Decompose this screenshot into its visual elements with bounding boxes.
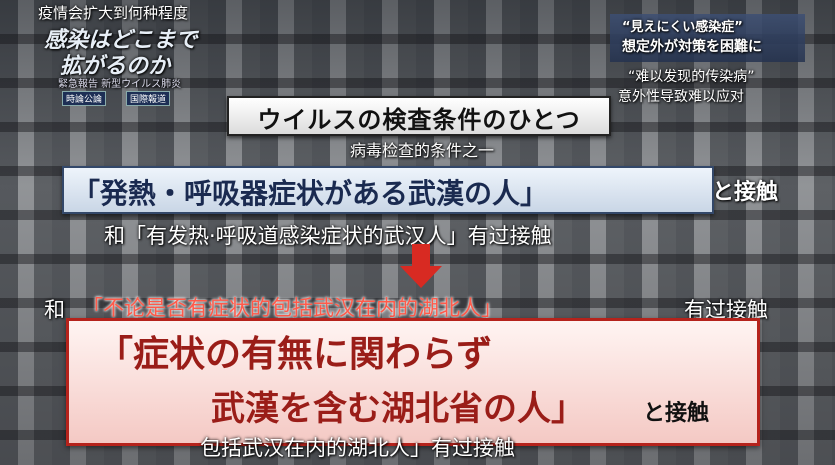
topic-jp-line1: “見えにくい感染症”: [622, 20, 743, 35]
bottom-subtitle: 包括武汉在内的湖北人」有过接触: [200, 436, 515, 460]
headline-subtitle: 病毒检查的条件之一: [350, 141, 495, 160]
program-badge: 国際報道: [126, 91, 171, 106]
topic-cn-line2: 意外性导致难以应对: [618, 89, 744, 105]
original-condition-text: 「発熱・呼吸器症状がある武漢の人」: [72, 177, 549, 210]
program-subtitle-cn: 疫情会扩大到何种程度: [38, 4, 189, 22]
down-arrow-icon: [412, 244, 430, 268]
new-condition-tail: と接触: [643, 400, 710, 426]
original-condition-tail: と接触: [712, 179, 779, 205]
headline-text: ウイルスの検査条件のひとつ: [257, 105, 581, 134]
topic-jp-line2: 想定外が対策を困難に: [622, 39, 762, 55]
program-small-caption: 緊急報告 新型ウイルス肺炎: [58, 79, 182, 90]
original-condition-box: 「発熱・呼吸器症状がある武漢の人」: [62, 166, 714, 214]
new-condition-prefix: 和: [44, 298, 65, 322]
new-condition-line2: 武漢を含む湖北省の人」: [211, 389, 585, 429]
new-condition-line1: 「症状の有無に関わらず: [97, 333, 493, 375]
topic-cn-line1: “难以发现的传染病”: [628, 69, 755, 85]
headline-box: ウイルスの検査条件のひとつ: [227, 96, 611, 136]
new-condition-box: 「症状の有無に関わらず 武漢を含む湖北省の人」 と接触: [66, 318, 760, 446]
down-arrow-head-icon: [400, 266, 442, 288]
program-badge: 時論公論: [62, 91, 107, 106]
original-condition-subtitle: 和「有发热·呼吸道感染症状的武汉人」有过接触: [104, 224, 552, 248]
